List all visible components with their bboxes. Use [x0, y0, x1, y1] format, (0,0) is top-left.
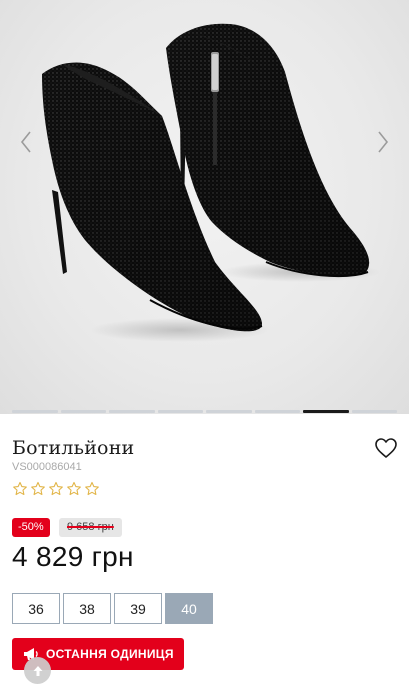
- old-price: 9 658 грн: [59, 518, 122, 537]
- rating-stars[interactable]: [12, 481, 100, 497]
- chevron-left-icon: [20, 131, 31, 153]
- current-price: 4 829 грн: [12, 541, 134, 572]
- gallery-dot[interactable]: [254, 410, 300, 413]
- product-gallery[interactable]: [0, 0, 409, 414]
- star-outline-icon[interactable]: [48, 481, 64, 497]
- gallery-next-button[interactable]: [371, 128, 395, 156]
- gallery-dot[interactable]: [12, 410, 58, 413]
- gallery-dot[interactable]: [303, 410, 349, 413]
- size-option-36[interactable]: 36: [12, 593, 60, 624]
- gallery-dot[interactable]: [157, 410, 203, 413]
- size-option-40[interactable]: 40: [165, 593, 213, 624]
- gallery-pagination[interactable]: [0, 410, 409, 414]
- product-sku: VS000086041: [12, 461, 82, 473]
- discount-badge: -50%: [12, 518, 50, 537]
- scroll-to-top-button[interactable]: [24, 657, 51, 684]
- star-outline-icon[interactable]: [66, 481, 82, 497]
- arrow-up-icon: [33, 665, 42, 676]
- last-unit-label: ОСТАННЯ ОДИНИЦЯ: [46, 647, 174, 661]
- heart-icon: [375, 438, 397, 458]
- product-title: Ботильйони: [12, 437, 135, 459]
- wishlist-button[interactable]: [374, 437, 398, 459]
- star-outline-icon[interactable]: [12, 481, 28, 497]
- gallery-dot[interactable]: [109, 410, 155, 413]
- product-photo: [42, 23, 380, 342]
- gallery-prev-button[interactable]: [14, 128, 38, 156]
- chevron-right-icon: [378, 131, 389, 153]
- gallery-dot[interactable]: [351, 410, 397, 413]
- star-outline-icon[interactable]: [30, 481, 46, 497]
- gallery-dot[interactable]: [206, 410, 252, 413]
- star-outline-icon[interactable]: [84, 481, 100, 497]
- size-option-38[interactable]: 38: [63, 593, 111, 624]
- size-selector[interactable]: 36 38 39 40: [12, 593, 213, 624]
- size-option-39[interactable]: 39: [114, 593, 162, 624]
- gallery-dot[interactable]: [60, 410, 106, 413]
